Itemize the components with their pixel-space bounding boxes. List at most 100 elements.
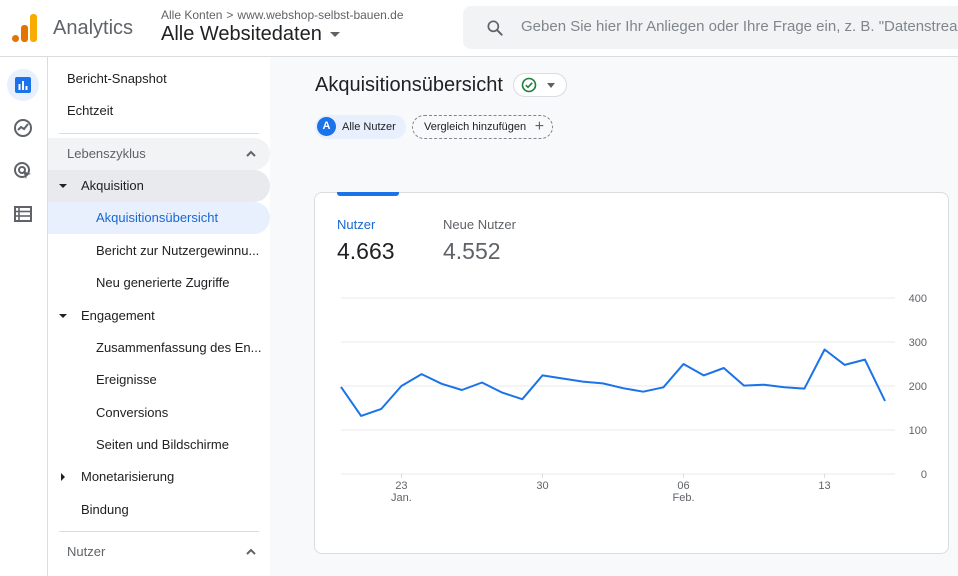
data-point[interactable] [519, 396, 525, 402]
data-point[interactable] [761, 382, 767, 388]
nav-item-monetization[interactable]: Monetarisierung [48, 461, 270, 493]
metric-tab-users[interactable]: Nutzer 4.663 [337, 217, 395, 265]
data-point[interactable] [600, 380, 606, 386]
series-line-users[interactable] [340, 348, 886, 417]
x-tick-label: 06 [677, 480, 689, 492]
data-point[interactable] [398, 383, 404, 389]
nav-item-events[interactable]: Ereignisse [48, 364, 270, 396]
nav-item-label: Echtzeit [67, 103, 114, 118]
data-point[interactable] [539, 372, 545, 378]
data-point[interactable] [459, 387, 465, 393]
nav-item-label: Zusammenfassung des En... [96, 340, 262, 355]
segment-badge: A [317, 117, 336, 136]
nav-item-acquisition[interactable]: Akquisition [48, 170, 270, 202]
plus-icon: + [534, 118, 545, 135]
nav-section-lifecycle[interactable]: Lebenszyklus [48, 138, 270, 170]
data-point[interactable] [781, 384, 787, 390]
x-tick-sublabel: Jan. [391, 492, 412, 504]
data-point[interactable] [862, 357, 868, 363]
segment-label: Alle Nutzer [342, 121, 396, 133]
data-point[interactable] [701, 372, 707, 378]
data-point[interactable] [580, 379, 586, 385]
y-tick-label: 100 [909, 425, 927, 437]
advertising-button[interactable] [7, 155, 39, 187]
nav-item-label: Bindung [81, 502, 129, 517]
chevron-up-icon [246, 150, 256, 157]
nav-item-realtime[interactable]: Echtzeit [48, 95, 270, 127]
property-selector[interactable]: Alle Websitedaten [161, 23, 340, 46]
data-point[interactable] [882, 398, 888, 404]
nav-item-traffic-acquisition[interactable]: Neu generierte Zugriffe [48, 267, 270, 299]
x-tick-label: 30 [536, 480, 548, 492]
metric-tab-new-users[interactable]: Neue Nutzer 4.552 [443, 217, 516, 265]
data-point[interactable] [499, 390, 505, 396]
data-point[interactable] [378, 406, 384, 412]
users-line-chart[interactable]: 400 300 200 100 0 23Jan. 30 06Feb. 13 [315, 283, 948, 513]
nav-item-label: Akquisition [81, 178, 144, 193]
nav-divider [59, 531, 259, 532]
nav-section-user[interactable]: Nutzer [48, 536, 270, 568]
data-point[interactable] [560, 376, 566, 382]
y-tick-label: 300 [909, 337, 927, 349]
breadcrumb-separator: > [226, 8, 234, 22]
x-tick-label: 13 [818, 480, 830, 492]
nav-item-snapshot[interactable]: Bericht-Snapshot [48, 63, 270, 95]
data-point[interactable] [439, 381, 445, 387]
nav-item-label: Conversions [96, 405, 169, 420]
data-point[interactable] [358, 413, 364, 419]
nav-item-pages-screens[interactable]: Seiten und Bildschirme [48, 429, 270, 461]
page-title: Akquisitionsübersicht [315, 74, 503, 96]
nav-item-engagement-overview[interactable]: Zusammenfassung des En... [48, 332, 270, 364]
data-point[interactable] [822, 346, 828, 352]
reports-button[interactable] [7, 69, 39, 101]
data-point[interactable] [479, 379, 485, 385]
configure-button[interactable] [7, 198, 39, 230]
y-tick-label: 0 [921, 469, 927, 481]
metric-value: 4.663 [337, 238, 395, 264]
add-comparison-button[interactable]: Vergleich hinzufügen + [412, 115, 554, 139]
nav-item-acquisition-overview[interactable]: Akquisitionsübersicht [48, 202, 270, 234]
analytics-logo-icon[interactable] [12, 14, 38, 42]
nav-section-label: Lebenszyklus [67, 146, 146, 161]
chevron-up-icon [246, 548, 256, 555]
explore-button[interactable] [7, 112, 39, 144]
search-bar[interactable] [463, 6, 958, 49]
y-tick-label: 400 [909, 293, 927, 305]
data-point[interactable] [741, 383, 747, 389]
top-bar: Analytics Alle Konten > www.webshop-selbst… [0, 0, 958, 57]
check-circle-icon [521, 77, 537, 93]
data-point[interactable] [681, 361, 687, 367]
nav-item-label: Monetarisierung [81, 469, 175, 484]
nav-item-label: Neu generierte Zugriffe [96, 275, 230, 290]
nav-item-label: Seiten und Bildschirme [96, 437, 229, 452]
nav-item-retention[interactable]: Bindung [48, 494, 270, 526]
data-point[interactable] [620, 385, 626, 391]
data-point[interactable] [660, 384, 666, 390]
data-point[interactable] [842, 362, 848, 368]
collapse-arrow-icon [61, 473, 65, 481]
data-status-chip[interactable] [513, 73, 567, 97]
data-point[interactable] [419, 371, 425, 377]
caret-down-icon [329, 32, 340, 38]
nav-item-engagement[interactable]: Engagement [48, 300, 270, 332]
reports-icon [15, 77, 31, 93]
advertising-icon [14, 162, 31, 179]
x-tick-label: 23 [395, 480, 407, 492]
data-point[interactable] [640, 389, 646, 395]
nav-item-label: Engagement [81, 308, 155, 323]
expand-arrow-icon [59, 184, 67, 188]
nav-item-conversions[interactable]: Conversions [48, 397, 270, 429]
add-comparison-label: Vergleich hinzufügen [424, 121, 527, 133]
nav-item-label: Bericht zur Nutzergewinnu... [96, 243, 260, 258]
nav-rail [0, 57, 48, 576]
nav-item-user-acquisition[interactable]: Bericht zur Nutzergewinnu... [48, 235, 270, 267]
data-point[interactable] [338, 384, 344, 390]
segment-chip-all-users[interactable]: A Alle Nutzer [315, 115, 406, 139]
data-point[interactable] [721, 365, 727, 371]
report-navigation: Bericht-Snapshot Echtzeit Lebenszyklus A… [48, 57, 270, 576]
nav-item-label: Bericht-Snapshot [67, 71, 167, 86]
metric-label: Neue Nutzer [443, 217, 516, 232]
search-input[interactable] [521, 18, 958, 35]
account-breadcrumb[interactable]: Alle Konten > www.webshop-selbst-bauen.de [161, 8, 404, 22]
data-point[interactable] [801, 386, 807, 392]
